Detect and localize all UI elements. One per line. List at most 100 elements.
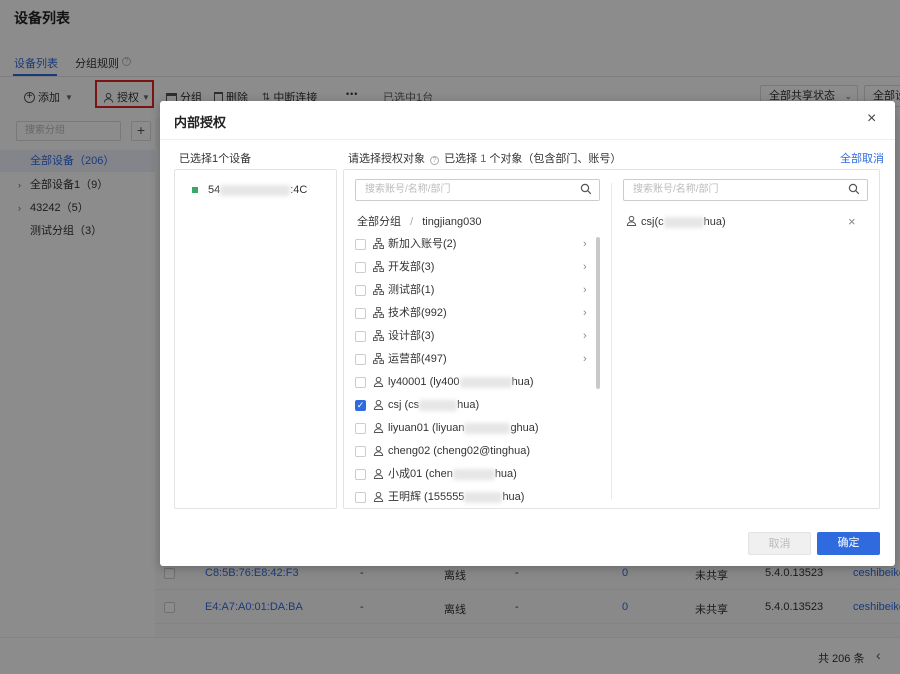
user-icon	[373, 445, 384, 456]
chevron-right-icon[interactable]: ›	[583, 256, 587, 278]
checkbox[interactable]	[355, 469, 366, 480]
close-icon[interactable]: ×	[867, 110, 876, 128]
department-name: 新加入账号(2)	[388, 238, 457, 250]
redacted-text	[459, 376, 512, 388]
selected-count-number: 1	[480, 153, 487, 165]
checkbox-checked[interactable]: ✓	[355, 400, 366, 411]
target-search-input[interactable]: 搜索账号/名称/部门	[355, 179, 600, 201]
department-item[interactable]: 测试部(1) ›	[355, 279, 605, 301]
user-icon	[373, 468, 384, 479]
breadcrumb-root[interactable]: 全部分组	[357, 216, 401, 228]
user-item[interactable]: 王明辉 (155555 hua)	[355, 486, 605, 506]
search-icon[interactable]	[580, 183, 592, 195]
target-header: 请选择授权对象 ? 已选择 1 个对象（包含部门、账号）	[348, 150, 621, 166]
user-name-suffix: hua)	[502, 491, 525, 503]
target-label: 请选择授权对象	[348, 153, 425, 165]
user-name: liyuan01 (liyuan	[388, 422, 465, 434]
checkbox[interactable]	[355, 285, 366, 296]
dialog-title: 内部授权	[174, 115, 227, 130]
cancel-button[interactable]: 取消	[748, 532, 811, 555]
checkbox[interactable]	[355, 262, 366, 273]
remove-icon[interactable]: ×	[848, 214, 856, 229]
device-id-suffix: :4C	[290, 184, 308, 196]
department-name: 运营部(497)	[388, 353, 447, 365]
org-tree-icon	[373, 307, 384, 318]
device-item: 54 :4C	[191, 184, 307, 196]
info-icon: ?	[430, 156, 440, 165]
search-placeholder: 搜索账号/名称/部门	[365, 184, 451, 195]
checkbox[interactable]	[355, 492, 366, 503]
scrollbar-thumb[interactable]	[596, 237, 600, 389]
department-item[interactable]: 技术部(992) ›	[355, 302, 605, 324]
checkbox[interactable]	[355, 308, 366, 319]
checkbox[interactable]	[355, 377, 366, 388]
user-item[interactable]: 小成01 (chen hua)	[355, 463, 605, 485]
user-icon	[626, 215, 637, 227]
redacted-text	[419, 399, 458, 411]
user-icon	[373, 491, 384, 502]
chevron-right-icon[interactable]: ›	[583, 279, 587, 301]
user-name: csj (cs	[388, 399, 420, 411]
selected-devices-header: 已选择1个设备	[179, 153, 252, 165]
org-tree-icon	[373, 330, 384, 341]
selected-devices-panel	[174, 169, 337, 509]
org-tree-icon	[373, 261, 384, 272]
department-name: 技术部(992)	[388, 307, 447, 319]
user-icon	[373, 399, 384, 410]
chevron-right-icon[interactable]: ›	[583, 233, 587, 255]
redacted-text	[464, 422, 511, 434]
selected-target-item: csj(c hua)	[626, 215, 726, 228]
org-tree-icon	[373, 238, 384, 249]
checkbox[interactable]	[355, 331, 366, 342]
org-tree-icon	[373, 284, 384, 295]
selected-search-input[interactable]: 搜索账号/名称/部门	[623, 179, 868, 201]
chevron-right-icon[interactable]: ›	[583, 348, 587, 370]
chevron-right-icon[interactable]: ›	[583, 325, 587, 347]
user-icon	[373, 376, 384, 387]
breadcrumb-current: tingjiang030	[422, 216, 482, 228]
device-grid-icon	[191, 186, 199, 195]
device-id-prefix: 54	[208, 184, 221, 196]
department-item[interactable]: 开发部(3) ›	[355, 256, 605, 278]
redacted-text	[452, 468, 495, 480]
department-item[interactable]: 新加入账号(2) ›	[355, 233, 605, 255]
search-icon[interactable]	[848, 183, 860, 195]
user-icon	[373, 422, 384, 433]
department-name: 测试部(1)	[388, 284, 435, 296]
redacted-text	[464, 491, 503, 503]
org-tree-icon	[373, 353, 384, 364]
user-name: ly40001 (ly400	[388, 376, 460, 388]
user-name-suffix: ghua)	[510, 422, 539, 434]
department-name: 开发部(3)	[388, 261, 435, 273]
checkbox[interactable]	[355, 239, 366, 250]
selected-user-name: csj(c	[641, 216, 664, 228]
internal-authorize-dialog: 内部授权 × 已选择1个设备 54 :4C 请选择授权对象 ? 已选择 1 个对象…	[160, 101, 895, 566]
user-name: 小成01 (chen	[388, 468, 453, 480]
chevron-right-icon[interactable]: ›	[583, 302, 587, 324]
checkbox[interactable]	[355, 446, 366, 457]
confirm-button[interactable]: 确定	[817, 532, 880, 555]
user-item[interactable]: ly40001 (ly400 hua)	[355, 371, 605, 393]
checkbox[interactable]	[355, 354, 366, 365]
selected-prefix: 已选择	[444, 153, 478, 165]
user-item[interactable]: cheng02 (cheng02@tinghua)	[355, 440, 605, 462]
breadcrumb: 全部分组 / tingjiang030	[357, 213, 482, 229]
redacted-text	[220, 184, 291, 196]
user-name: 王明辉 (155555	[388, 491, 465, 503]
selected-suffix: 个对象（包含部门、账号）	[489, 153, 622, 165]
department-name: 设计部(3)	[388, 330, 435, 342]
panel-divider	[611, 183, 612, 499]
search-placeholder: 搜索账号/名称/部门	[633, 184, 719, 195]
user-item[interactable]: ✓ csj (cs hua)	[355, 394, 605, 416]
user-name-suffix: hua)	[457, 399, 480, 411]
breadcrumb-separator: /	[410, 216, 414, 228]
user-name-suffix: hua)	[494, 468, 517, 480]
user-item[interactable]: liyuan01 (liyuan ghua)	[355, 417, 605, 439]
department-item[interactable]: 设计部(3) ›	[355, 325, 605, 347]
checkbox[interactable]	[355, 423, 366, 434]
department-item[interactable]: 运营部(497) ›	[355, 348, 605, 370]
selected-user-suffix: hua)	[703, 216, 726, 228]
user-name-suffix: hua)	[511, 376, 534, 388]
user-name: cheng02 (cheng02@tinghua)	[388, 445, 531, 457]
clear-all-link[interactable]: 全部取消	[840, 150, 884, 166]
